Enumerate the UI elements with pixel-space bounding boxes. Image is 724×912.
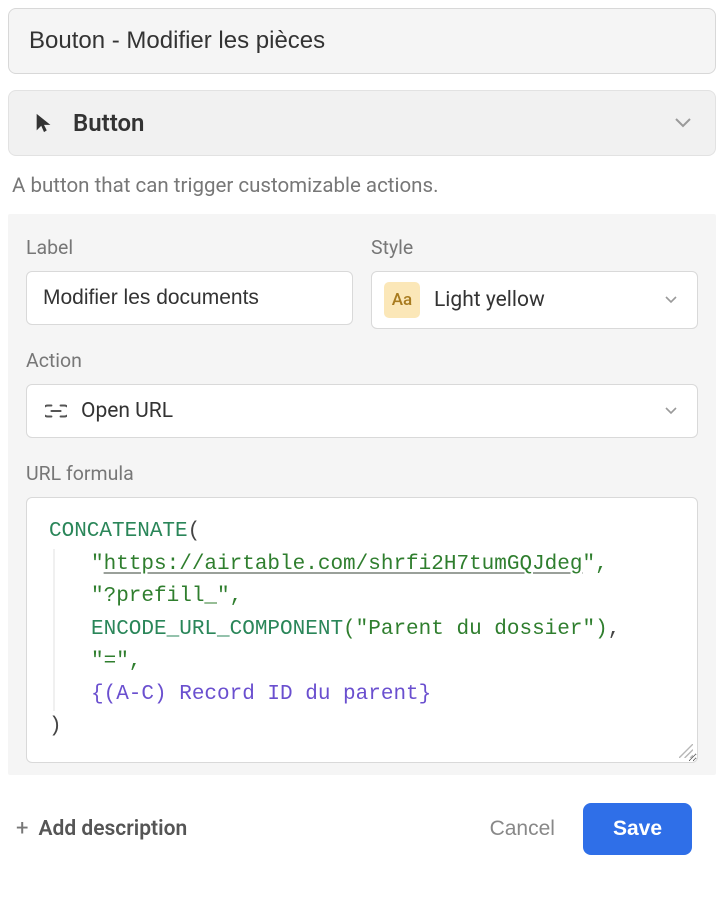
formula-field-ref: {(A-C) Record ID du parent} [91, 683, 431, 706]
add-description-button[interactable]: + Add description [16, 816, 187, 841]
field-type-description: A button that can trigger customizable a… [8, 156, 716, 214]
action-select[interactable]: Open URL [26, 384, 698, 438]
formula-str: ("Parent du dossier") [343, 618, 608, 641]
label-section-title: Label [26, 236, 353, 259]
style-value-label: Light yellow [434, 288, 545, 312]
formula-close-paren: ) [49, 715, 62, 738]
field-type-selector[interactable]: Button [8, 90, 716, 156]
resize-handle-icon[interactable] [679, 744, 693, 758]
action-section-title: Action [26, 349, 698, 372]
field-name-input[interactable] [8, 8, 716, 74]
formula-url: https://airtable.com/shrfi2H7tumGQJdeg [104, 553, 583, 576]
chevron-down-icon [675, 118, 691, 128]
url-formula-title: URL formula [26, 462, 698, 485]
cancel-button[interactable]: Cancel [490, 817, 555, 841]
add-description-label: Add description [38, 817, 187, 841]
formula-fn: ENCODE_URL_COMPONENT [91, 618, 343, 641]
style-section-title: Style [371, 236, 698, 259]
chevron-down-icon [665, 296, 677, 304]
open-url-icon [45, 403, 67, 419]
save-button[interactable]: Save [583, 803, 692, 855]
formula-str: ", [583, 553, 608, 576]
formula-open-paren: ( [188, 520, 201, 543]
formula-fn: CONCATENATE [49, 520, 188, 543]
footer: + Add description Cancel Save [8, 775, 716, 865]
action-value-label: Open URL [81, 399, 173, 423]
field-type-label: Button [73, 109, 144, 137]
button-label-input[interactable] [26, 271, 353, 325]
formula-str: "?prefill_", [91, 585, 242, 608]
plus-icon: + [16, 816, 28, 841]
cursor-click-icon [33, 112, 55, 134]
formula-str: "=", [91, 650, 141, 673]
button-style-select[interactable]: Aa Light yellow [371, 271, 698, 329]
url-formula-editor[interactable]: CONCATENATE( "https://airtable.com/shrfi… [26, 497, 698, 763]
chevron-down-icon [665, 407, 677, 415]
button-config-section: Label Style Aa Light yellow Action [8, 214, 716, 775]
style-swatch-icon: Aa [384, 282, 420, 318]
formula-str: " [91, 553, 104, 576]
formula-comma: , [608, 618, 621, 641]
